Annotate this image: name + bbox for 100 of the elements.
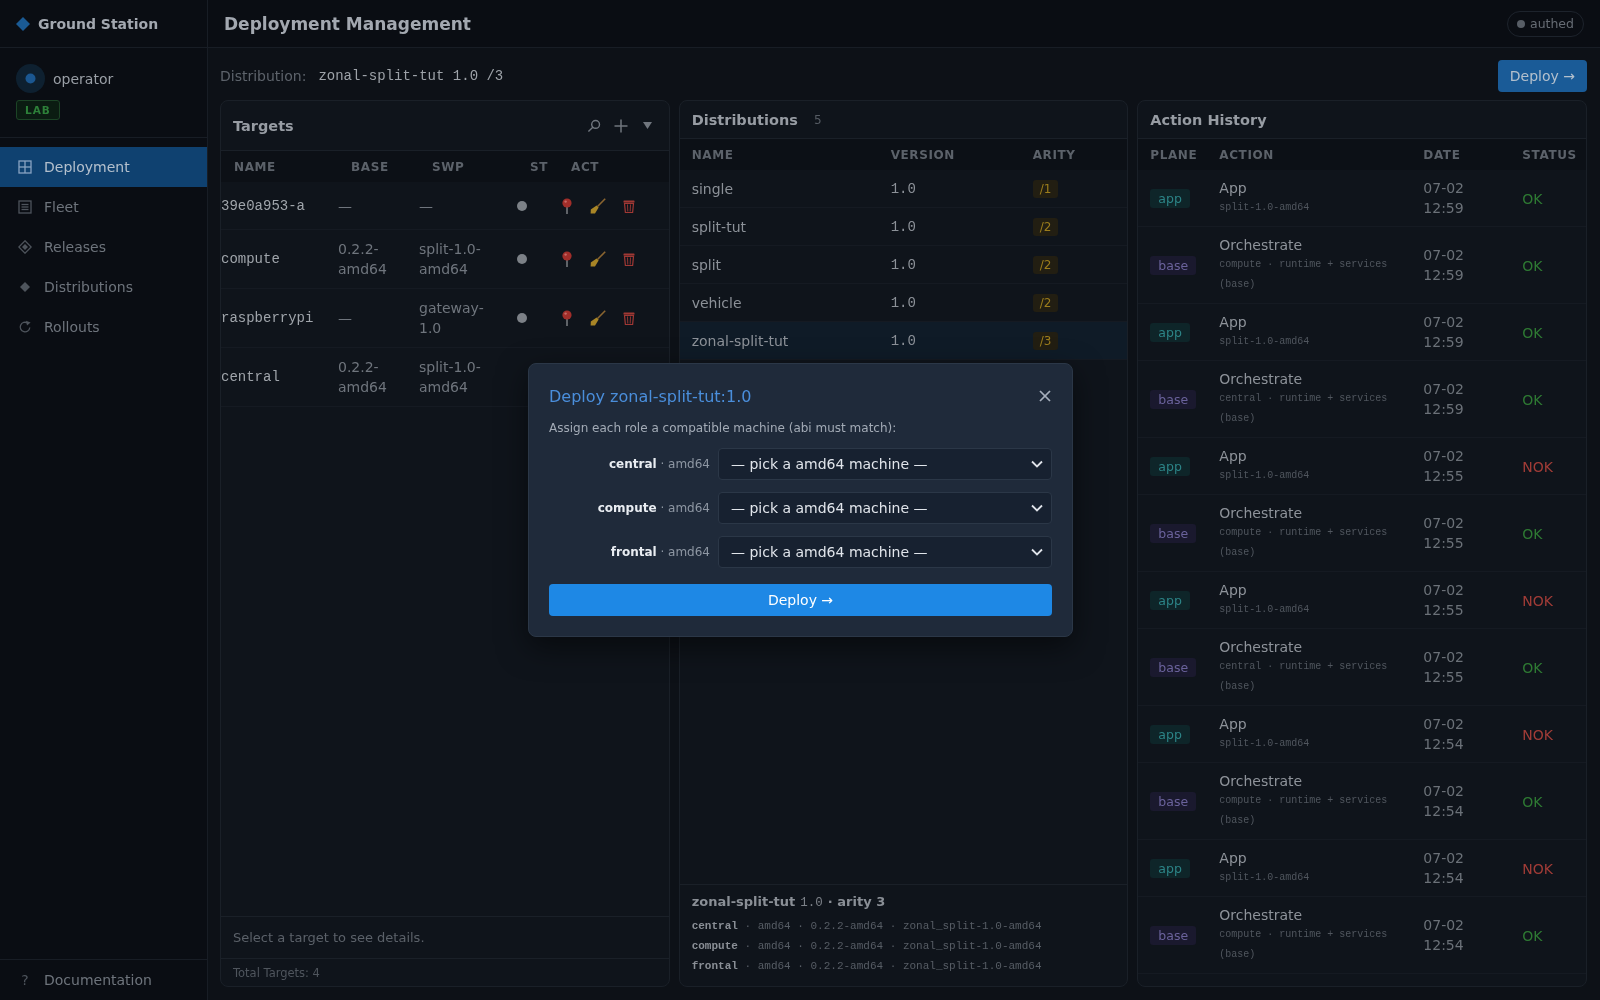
target-name: raspberrypi <box>221 310 315 326</box>
action-date: 07-02 12:59 <box>1423 179 1465 218</box>
action-detail: split-1.0-amd64 <box>1219 335 1311 349</box>
distribution-name: single <box>691 180 735 197</box>
distribution-row[interactable]: split 1.0 /2 <box>679 246 1128 284</box>
nav-item[interactable]: Fleet <box>0 187 207 227</box>
action-status: OK <box>1522 793 1543 810</box>
plane-badge: app <box>1150 323 1190 342</box>
dialog-title: Deploy zonal-split-tut:1.0 <box>549 386 752 406</box>
action-detail: compute · runtime + services (base) <box>1219 794 1389 828</box>
action-detail: compute · runtime + services (base) <box>1219 928 1389 962</box>
action-title: App <box>1219 715 1248 734</box>
column-header: VERSION <box>890 147 956 162</box>
action-detail: central · runtime + services (base) <box>1219 392 1389 426</box>
dialog-description: Assign each role a compatible machine (abi must match): <box>549 420 898 437</box>
action-status: OK <box>1522 659 1543 676</box>
action-title: Orchestrate <box>1219 906 1304 925</box>
base-image: — <box>338 309 353 328</box>
arity-badge: /3 <box>1032 331 1059 350</box>
action-detail: split-1.0-amd64 <box>1219 603 1311 617</box>
chevron-down-icon <box>1031 460 1043 468</box>
deploy-button[interactable]: Deploy → <box>549 584 1052 616</box>
action-date: 07-02 12:55 <box>1423 514 1465 553</box>
role-label: compute · amd64 <box>596 501 710 515</box>
distribution-row[interactable]: zonal-split-tut 1.0 /3 <box>679 322 1128 360</box>
action-status: OK <box>1522 391 1543 408</box>
action-date: 07-02 12:54 <box>1423 715 1465 754</box>
nav-item[interactable]: Rollouts <box>0 307 207 347</box>
target-name: compute <box>221 251 281 267</box>
machine-select[interactable]: — pick a amd64 machine — <box>718 448 1052 480</box>
documentation-link[interactable]: ? Documentation <box>0 960 207 1000</box>
plane-badge: base <box>1150 926 1197 945</box>
panel-title: Action History <box>1150 111 1267 128</box>
target-name: 39e0a953-a <box>221 197 306 214</box>
diamond-icon <box>18 280 32 294</box>
avatar-icon <box>16 64 45 93</box>
summary-version: 1.0 <box>800 896 823 910</box>
column-header: NAME <box>234 159 277 174</box>
summary-name: zonal-split-tut <box>691 894 796 909</box>
distribution-row[interactable]: single 1.0 /1 <box>679 170 1128 208</box>
machine-select[interactable]: — pick a amd64 machine — <box>718 536 1052 568</box>
action-title: Orchestrate <box>1219 236 1304 255</box>
machine-select[interactable]: — pick a amd64 machine — <box>718 492 1052 524</box>
broom-icon[interactable] <box>590 310 606 326</box>
action-status: NOK <box>1522 860 1553 877</box>
distribution-row[interactable]: split-tut 1.0 /2 <box>679 208 1128 246</box>
action-status: OK <box>1522 927 1543 944</box>
software-package: split-1.0-amd64 <box>419 358 482 397</box>
action-status: OK <box>1522 190 1543 207</box>
nav-item[interactable]: Releases <box>0 227 207 267</box>
nested-diamond-icon <box>18 240 32 254</box>
base-image: 0.2.2-amd64 <box>338 358 388 397</box>
base-image: — <box>338 196 353 216</box>
action-title: App <box>1219 179 1248 198</box>
pin-icon[interactable] <box>561 251 573 267</box>
action-date: 07-02 12:54 <box>1423 849 1465 888</box>
distribution-name: split <box>691 256 723 273</box>
base-image: 0.2.2-amd64 <box>338 240 388 279</box>
arity-badge: /2 <box>1032 293 1059 312</box>
trash-icon[interactable] <box>623 252 635 266</box>
plus-icon <box>613 118 628 133</box>
action-status: OK <box>1522 324 1543 341</box>
app-title: Ground Station <box>38 15 159 32</box>
software-package: — <box>419 196 434 216</box>
target-name: central <box>221 369 281 385</box>
action-status: NOK <box>1522 458 1553 475</box>
total-count: Total Targets: 4 <box>233 965 320 980</box>
nav-item[interactable]: Deployment <box>0 147 207 187</box>
plane-badge: base <box>1150 256 1197 275</box>
action-title: Orchestrate <box>1219 772 1304 791</box>
action-detail: central · runtime + services (base) <box>1219 660 1389 694</box>
trash-icon[interactable] <box>623 311 635 325</box>
role-spec: central · amd64 · 0.2.2-amd64 · zonal_split-1.0-amd64 <box>691 919 1043 934</box>
column-header: DATE <box>1423 147 1462 162</box>
auth-status-label: authed <box>1529 16 1574 31</box>
broom-icon[interactable] <box>590 251 606 267</box>
action-title: Orchestrate <box>1219 504 1304 523</box>
deploy-button[interactable]: Deploy → <box>1497 60 1587 92</box>
chevron-down-icon <box>1031 504 1043 512</box>
plane-badge: base <box>1150 524 1197 543</box>
chevron-down-icon <box>1031 548 1043 556</box>
broom-icon[interactable] <box>590 197 606 214</box>
distribution-label: Distribution: <box>220 68 307 84</box>
column-header: ACTION <box>1219 147 1275 162</box>
distribution-version: 1.0 <box>890 294 917 311</box>
nav-item[interactable]: Distributions <box>0 267 207 307</box>
action-detail: split-1.0-amd64 <box>1219 201 1311 215</box>
plane-badge: app <box>1150 859 1190 878</box>
action-title: App <box>1219 313 1248 332</box>
column-header: ACT <box>571 159 601 174</box>
action-status: OK <box>1522 257 1543 274</box>
user-name: operator <box>53 70 114 87</box>
trash-icon[interactable] <box>623 198 635 213</box>
column-header: PLANE <box>1150 147 1199 162</box>
pin-icon[interactable] <box>561 310 573 326</box>
action-detail: compute · runtime + services (base) <box>1219 526 1389 560</box>
action-title: App <box>1219 447 1248 466</box>
column-header: ST <box>530 159 550 174</box>
distribution-version: 1.0 <box>890 256 917 273</box>
pin-icon[interactable] <box>561 197 573 214</box>
